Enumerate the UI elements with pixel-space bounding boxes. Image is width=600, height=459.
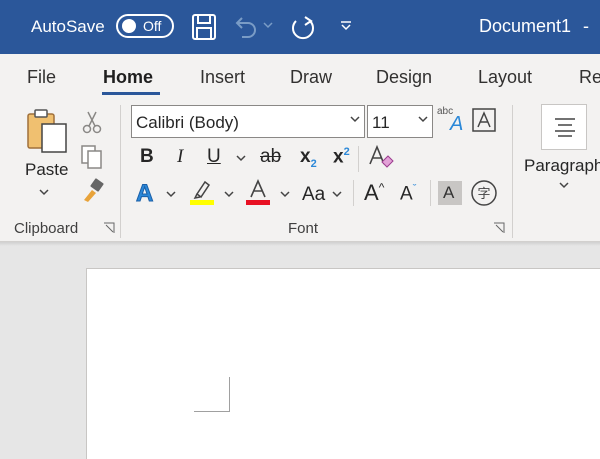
bold-button[interactable]: B (140, 146, 154, 168)
superscript-mark: 2 (343, 146, 350, 158)
undo-icon[interactable] (232, 13, 258, 41)
undo-dropdown-icon[interactable] (263, 22, 273, 30)
font-name-dropdown-icon[interactable] (350, 116, 360, 124)
format-painter-icon[interactable] (80, 178, 106, 204)
phonetic-guide-icon[interactable]: A (450, 113, 463, 136)
character-shading-icon[interactable]: A (438, 181, 462, 205)
tab-insert[interactable]: Insert (200, 67, 245, 88)
enclose-characters-icon[interactable]: 字 (470, 179, 498, 207)
cut-icon[interactable] (82, 110, 102, 134)
clipboard-group-label: Clipboard (14, 220, 79, 237)
grow-font-letter: A (364, 180, 379, 205)
ribbon-tabs: File Home Insert Draw Design Layout Re (0, 54, 600, 100)
font-size-dropdown-icon[interactable] (418, 116, 428, 124)
font-size-box[interactable]: 11 (367, 105, 433, 138)
copy-icon[interactable] (80, 144, 104, 170)
font-separator (512, 105, 513, 238)
tab-layout[interactable]: Layout (478, 67, 532, 88)
paragraph-label[interactable]: Paragraph (524, 156, 600, 176)
tab-references[interactable]: Re (579, 67, 600, 88)
active-tab-indicator (102, 92, 160, 95)
subscript-mark: 2 (310, 157, 317, 170)
superscript-x: x (333, 146, 344, 168)
margin-marker-horizontal (194, 411, 230, 412)
font-group-label: Font (288, 220, 319, 237)
paragraph-dropdown-icon[interactable] (559, 182, 569, 190)
text-effects-icon[interactable]: A (135, 180, 153, 208)
paste-dropdown-icon[interactable] (39, 189, 49, 197)
font-row3-separator-2 (430, 180, 431, 206)
font-color-icon[interactable] (245, 178, 271, 206)
tab-home[interactable]: Home (103, 67, 153, 88)
grow-font-caret-icon: ^ (378, 180, 385, 195)
highlight-icon[interactable] (189, 178, 215, 206)
highlight-dropdown-icon[interactable] (224, 191, 234, 199)
change-case-button[interactable]: Aa (302, 184, 325, 206)
margin-marker-vertical (229, 377, 230, 412)
autosave-label: AutoSave (31, 17, 105, 36)
shrink-font-caret-icon: ˇ (412, 183, 417, 195)
text-effects-dropdown-icon[interactable] (166, 191, 176, 199)
redo-icon[interactable] (288, 13, 318, 43)
superscript-button[interactable]: x2 (333, 146, 350, 168)
svg-text:字: 字 (477, 187, 490, 202)
ribbon: Paste Clipboard Calibri (Body) 11 abc A (0, 100, 600, 242)
tab-draw[interactable]: Draw (290, 67, 332, 88)
clear-formatting-icon[interactable] (367, 144, 395, 170)
title-separator: - (583, 16, 589, 36)
subscript-button[interactable]: x2 (300, 146, 317, 170)
font-row3-separator-1 (353, 180, 354, 206)
paste-label[interactable]: Paste (25, 160, 68, 180)
paragraph-button[interactable] (541, 104, 587, 150)
autosave-state: Off (143, 18, 162, 34)
document-title: Document1 (479, 16, 572, 36)
grow-font-button[interactable]: A^ (364, 180, 384, 206)
shrink-font-button[interactable]: Aˇ (400, 183, 416, 205)
align-lines-icon (555, 118, 575, 137)
italic-button[interactable]: I (177, 146, 183, 168)
clipboard-launcher-icon[interactable] (103, 222, 115, 234)
autosave-toggle[interactable]: Off (116, 14, 174, 38)
toggle-knob (122, 19, 136, 33)
shrink-font-letter: A (400, 183, 413, 205)
customize-qat-icon[interactable] (340, 20, 352, 32)
save-icon[interactable] (191, 13, 217, 41)
change-case-dropdown-icon[interactable] (332, 191, 342, 199)
strikethrough-button[interactable]: ab (260, 146, 281, 168)
document-canvas (0, 246, 600, 459)
font-name-value: Calibri (Body) (136, 113, 239, 132)
font-color-dropdown-icon[interactable] (280, 191, 290, 199)
character-shading-letter: A (443, 183, 455, 202)
clipboard-separator (120, 105, 121, 238)
tab-design[interactable]: Design (376, 67, 432, 88)
underline-button[interactable]: U (207, 146, 221, 168)
title-bar: AutoSave Off Document1 - (0, 0, 600, 54)
font-name-box[interactable]: Calibri (Body) (131, 105, 365, 138)
document-page[interactable] (86, 268, 600, 459)
font-row2-separator (358, 146, 359, 172)
font-launcher-icon[interactable] (493, 222, 505, 234)
underline-dropdown-icon[interactable] (236, 155, 246, 163)
subscript-x: x (300, 146, 311, 167)
character-border-icon[interactable] (472, 108, 496, 132)
tab-file[interactable]: File (27, 67, 56, 88)
paste-icon[interactable] (26, 108, 70, 154)
font-size-value: 11 (372, 113, 390, 132)
